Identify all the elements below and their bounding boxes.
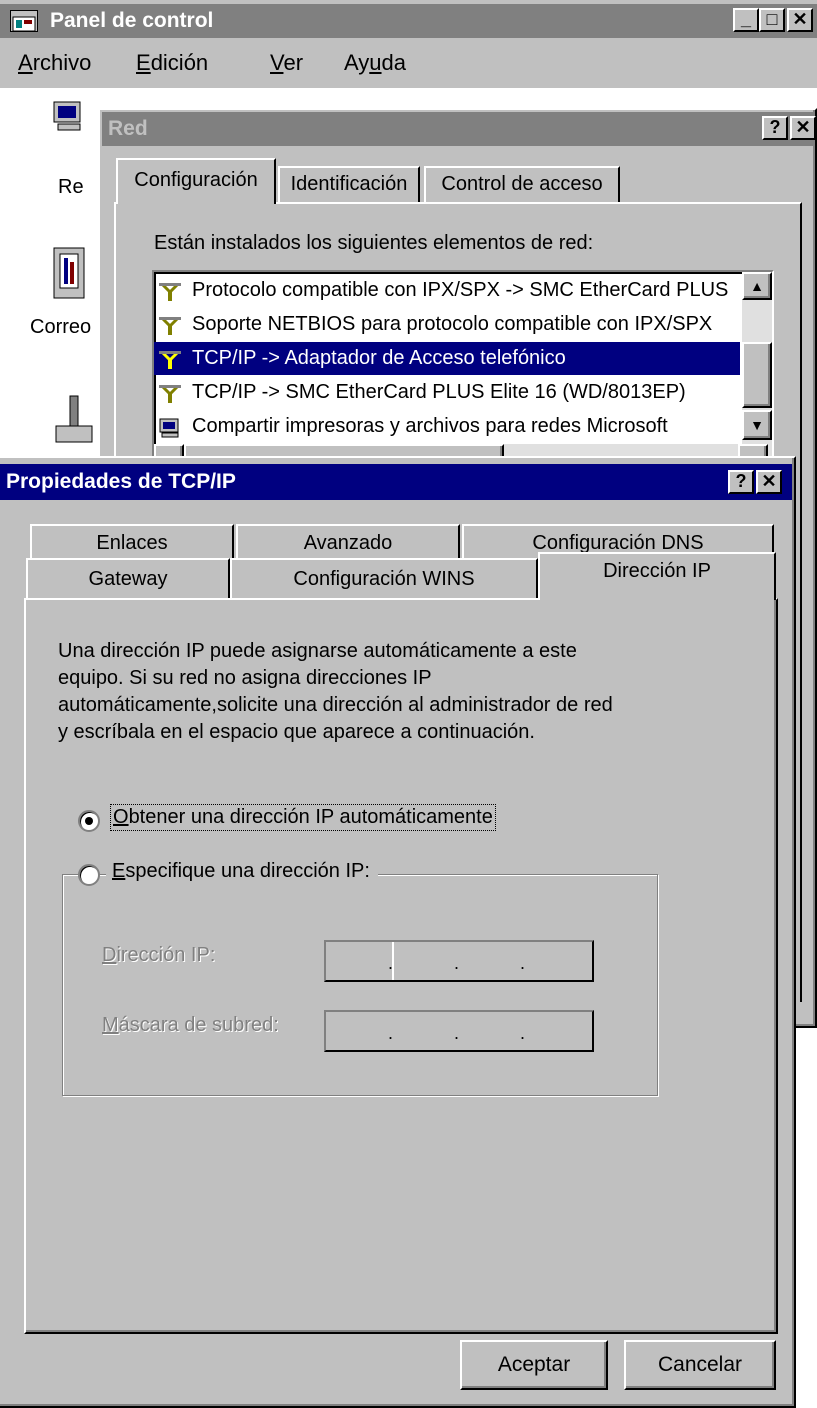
control-panel-title: Panel de control xyxy=(50,9,214,32)
tab-enlaces-label: Enlaces xyxy=(96,532,168,554)
control-panel-app-icon xyxy=(10,10,38,32)
installed-components-label: Están instalados los siguientes elemento… xyxy=(154,232,594,254)
tab-avanzado[interactable]: Avanzado xyxy=(236,524,460,558)
scroll-thumb[interactable] xyxy=(742,342,772,408)
tab-configuracion-label: Configuración xyxy=(134,169,258,191)
radio-auto-ip[interactable] xyxy=(78,810,100,832)
minimize-button[interactable]: _ xyxy=(733,8,759,32)
menu-bar: Archivo Edición Ver Ayuda xyxy=(0,44,817,82)
radio-auto-ip-dot xyxy=(85,817,93,825)
red-title: Red xyxy=(108,117,148,140)
menu-archivo[interactable]: Archivo xyxy=(18,44,91,82)
radio-auto-ip-text: btener una dirección IP automáticamente xyxy=(128,806,493,828)
ok-button-label: Aceptar xyxy=(497,1353,571,1376)
tab-configuracion-wins-label: Configuración WINS xyxy=(293,568,475,590)
subnet-mask-field[interactable]: ... xyxy=(324,1010,594,1052)
computer-icon xyxy=(158,416,182,438)
red-titlebar[interactable]: Red ? ✕ xyxy=(102,112,816,146)
red-help-button[interactable]: ? xyxy=(762,116,788,140)
scroll-up-button[interactable]: ▲ xyxy=(742,272,772,300)
tab-gateway[interactable]: Gateway xyxy=(26,558,230,598)
list-item[interactable]: Soporte NETBIOS para protocolo compatibl… xyxy=(154,308,740,341)
tab-control-acceso-label: Control de acceso xyxy=(441,173,603,195)
list-item[interactable]: TCP/IP -> Adaptador de Acceso telefónico xyxy=(154,342,740,375)
network-protocol-icon xyxy=(158,382,182,403)
tab-identificacion[interactable]: Identificación xyxy=(278,166,420,202)
tab-configuracion-wins[interactable]: Configuración WINS xyxy=(230,558,538,598)
list-item-label: Soporte NETBIOS para protocolo compatibl… xyxy=(192,313,713,335)
specify-ip-groupbox xyxy=(62,874,658,1096)
ok-button[interactable]: Aceptar xyxy=(460,1340,608,1390)
control-panel-titlebar[interactable]: Panel de control _ □ ✕ xyxy=(0,4,817,38)
close-button[interactable]: ✕ xyxy=(787,8,813,32)
scroll-down-button[interactable]: ▼ xyxy=(742,410,772,440)
subnet-mask-label: Máscara de subred: xyxy=(102,1014,279,1036)
maximize-button[interactable]: □ xyxy=(759,8,785,32)
tab-configuracion-dns-label: Configuración DNS xyxy=(532,532,704,554)
tcpip-title: Propiedades de TCP/IP xyxy=(6,470,236,493)
radio-specify-ip-text: specifique una dirección IP: xyxy=(125,860,370,882)
menu-ayuda[interactable]: Ayuda xyxy=(344,44,406,82)
tcpip-close-button[interactable]: ✕ xyxy=(756,470,782,494)
red-close-button[interactable]: ✕ xyxy=(790,116,816,140)
network-protocol-icon xyxy=(158,348,182,369)
network-icon-label: Re xyxy=(58,176,84,198)
tab-avanzado-label: Avanzado xyxy=(303,532,393,554)
list-item[interactable]: Compartir impresoras y archivos para red… xyxy=(154,410,740,443)
radio-specify-ip-label[interactable]: Especifique una dirección IP: xyxy=(106,860,378,883)
menu-edicion[interactable]: Edición xyxy=(136,44,208,82)
list-item[interactable]: Protocolo compatible con IPX/SPX -> SMC … xyxy=(154,274,740,307)
radio-auto-ip-label[interactable]: Obtener una dirección IP automáticamente xyxy=(110,804,496,831)
list-item-label: Protocolo compatible con IPX/SPX -> SMC … xyxy=(192,279,729,301)
tab-direccion-ip-label: Dirección IP xyxy=(603,560,711,582)
mail-icon-label: Correo xyxy=(30,316,92,338)
tab-configuracion[interactable]: Configuración xyxy=(116,158,276,204)
network-icon[interactable] xyxy=(50,98,94,144)
ip-address-label: Dirección IP: xyxy=(102,944,216,966)
ip-tab-panel: Una dirección IP puede asignarse automát… xyxy=(24,598,778,1334)
components-list[interactable]: Protocolo compatible con IPX/SPX -> SMC … xyxy=(152,270,774,470)
tab-direccion-ip[interactable]: Dirección IP xyxy=(538,552,776,600)
ip-address-field[interactable]: ... xyxy=(324,940,594,982)
mail-icon[interactable] xyxy=(48,238,96,314)
joystick-icon[interactable] xyxy=(52,388,96,454)
ip-description: Una dirección IP puede asignarse automát… xyxy=(58,640,613,743)
radio-specify-ip[interactable] xyxy=(78,864,100,886)
tcpip-titlebar[interactable]: Propiedades de TCP/IP ? ✕ xyxy=(0,464,792,500)
list-item-label: TCP/IP -> SMC EtherCard PLUS Elite 16 (W… xyxy=(192,381,686,403)
tcpip-dialog: Propiedades de TCP/IP ? ✕ Enlaces Avanza… xyxy=(0,456,796,1408)
tcpip-help-button[interactable]: ? xyxy=(728,470,754,494)
cancel-button-label: Cancelar xyxy=(657,1353,743,1376)
network-protocol-icon xyxy=(158,280,182,301)
list-scrollbar[interactable]: ▲ ▼ xyxy=(742,272,772,444)
tab-gateway-label: Gateway xyxy=(88,568,168,590)
list-item-label: TCP/IP -> Adaptador de Acceso telefónico xyxy=(192,347,566,369)
tab-enlaces[interactable]: Enlaces xyxy=(30,524,234,558)
tab-identificacion-label: Identificación xyxy=(290,173,408,195)
network-protocol-icon xyxy=(158,314,182,335)
list-item-label: Compartir impresoras y archivos para red… xyxy=(192,415,668,437)
cancel-button[interactable]: Cancelar xyxy=(624,1340,776,1390)
menu-ver[interactable]: Ver xyxy=(270,44,303,82)
list-item[interactable]: TCP/IP -> SMC EtherCard PLUS Elite 16 (W… xyxy=(154,376,740,409)
tab-control-acceso[interactable]: Control de acceso xyxy=(424,166,620,202)
